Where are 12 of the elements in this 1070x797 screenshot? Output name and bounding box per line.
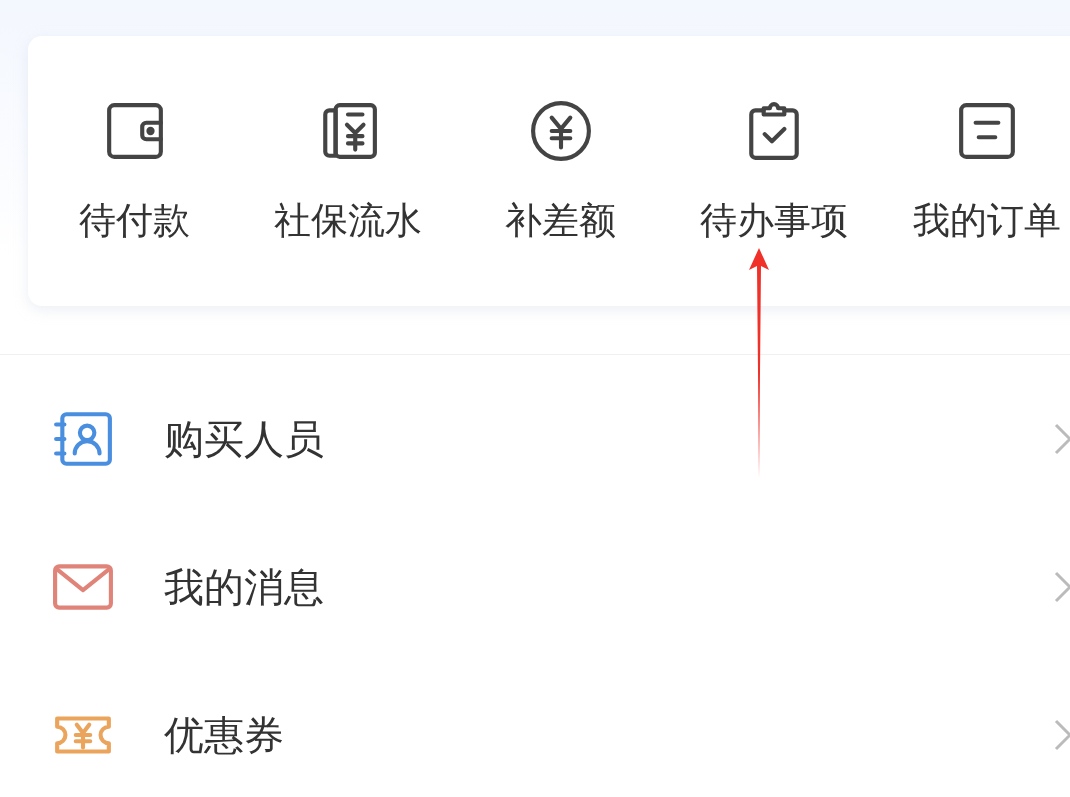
shortcut-label[interactable]: 社保流水 — [273, 196, 422, 246]
shortcut-label[interactable]: 待付款 — [79, 196, 190, 246]
chevron-icon — [1052, 717, 1070, 753]
shortcut-label[interactable]: 待办事项 — [699, 196, 848, 246]
menu-item[interactable]: 购买人员 — [164, 411, 1052, 467]
yen-coin-icon[interactable] — [529, 100, 592, 162]
chevron-icon — [1052, 421, 1070, 457]
chevron-icon — [1052, 569, 1070, 605]
menu-item[interactable]: 优惠券 — [164, 707, 1052, 763]
shortcut-label[interactable]: 补差额 — [505, 196, 616, 246]
shortcut-label[interactable]: 我的订单 — [912, 196, 1061, 246]
menu-item[interactable]: 我的消息 — [164, 559, 1052, 615]
